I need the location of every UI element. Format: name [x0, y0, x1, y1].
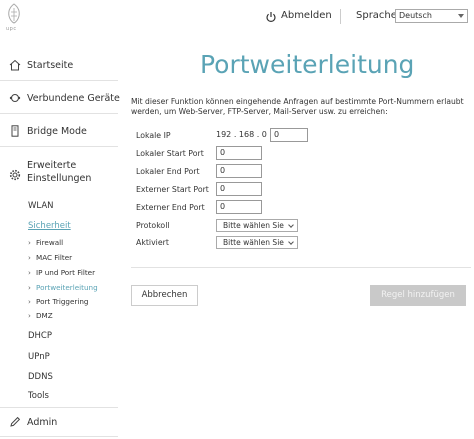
- sidebar-subsub-label: DMZ: [36, 311, 53, 320]
- sidebar-item-admin[interactable]: Admin: [0, 415, 124, 431]
- lokaler-start-port-label: Lokaler Start Port: [136, 149, 204, 158]
- sidebar-item-label: Bridge Mode: [27, 126, 87, 137]
- sidebar-item-label-line1: Erweiterte: [27, 160, 77, 171]
- sidebar-divider: [0, 80, 118, 81]
- sidebar-item-label: Admin: [27, 417, 58, 428]
- chevron-right-icon: ›: [28, 268, 31, 277]
- home-icon: [9, 59, 21, 71]
- language-select[interactable]: Deutsch: [395, 9, 468, 23]
- cancel-button[interactable]: Abbrechen: [131, 285, 198, 306]
- power-icon[interactable]: [265, 11, 277, 23]
- sidebar-subsub-mac-filter[interactable]: › MAC Filter: [28, 253, 72, 262]
- sidebar-sub-tools[interactable]: Tools: [28, 391, 49, 401]
- pencil-icon: [10, 416, 21, 427]
- sidebar-sub-dhcp[interactable]: DHCP: [28, 331, 52, 341]
- bridge-mode-icon: [11, 125, 19, 137]
- language-label: Sprache: [356, 10, 397, 21]
- logout-link[interactable]: Abmelden: [281, 10, 332, 21]
- externer-end-port-input[interactable]: 0: [216, 200, 262, 214]
- gear-icon: [9, 169, 21, 181]
- sidebar-subsub-label: MAC Filter: [36, 253, 73, 262]
- main-divider: [131, 267, 471, 268]
- devices-icon: [9, 94, 21, 102]
- logo-text: upc: [6, 26, 17, 32]
- page-description: Mit dieser Funktion können eingehende An…: [131, 97, 464, 116]
- top-header: upc Abmelden Sprache Deutsch: [0, 0, 474, 36]
- sidebar-subsub-ip-port-filter[interactable]: › IP und Port Filter: [28, 268, 95, 277]
- sidebar-subsub-label: Firewall: [36, 238, 64, 247]
- page-title: Portweiterleitung: [200, 50, 415, 79]
- sidebar-subsub-label: IP und Port Filter: [36, 268, 96, 277]
- sidebar-item-bridge-mode[interactable]: Bridge Mode: [0, 124, 124, 140]
- chevron-right-icon: ›: [28, 297, 31, 306]
- sidebar-subsub-portweiterleitung[interactable]: › Portweiterleitung: [28, 283, 98, 292]
- sidebar-sub-upnp[interactable]: UPnP: [28, 352, 50, 362]
- ip-last-octet-input[interactable]: 0: [270, 128, 308, 142]
- sidebar-divider: [0, 146, 118, 147]
- chevron-down-icon: [288, 222, 294, 228]
- sidebar-sub-sicherheit[interactable]: Sicherheit: [28, 221, 71, 231]
- lokaler-end-port-label: Lokaler End Port: [136, 167, 200, 176]
- sidebar-item-label: Startseite: [27, 60, 74, 71]
- chevron-right-icon: ›: [28, 311, 31, 320]
- lokaler-end-port-input[interactable]: 0: [216, 164, 262, 178]
- sidebar-item-verbundene-geraete[interactable]: Verbundene Geräte: [0, 91, 124, 107]
- sidebar-item-erweiterte-einstellungen[interactable]: Erweiterte Einstellungen: [0, 160, 124, 186]
- sidebar-subsub-port-triggering[interactable]: › Port Triggering: [28, 297, 88, 306]
- ip-prefix: 192 . 168 . 0 .: [216, 130, 272, 139]
- sidebar-item-label: Verbundene Geräte: [27, 93, 120, 104]
- sidebar-subsub-label: Port Triggering: [36, 297, 89, 306]
- sidebar-divider: [0, 113, 118, 114]
- chevron-right-icon: ›: [28, 253, 31, 262]
- sidebar-sub-wlan[interactable]: WLAN: [28, 201, 54, 211]
- lokaler-start-port-input[interactable]: 0: [216, 146, 262, 160]
- protokoll-select[interactable]: Bitte wählen Sie: [216, 219, 298, 232]
- sidebar-subsub-label: Portweiterleitung: [36, 283, 98, 292]
- sidebar-subsub-firewall[interactable]: › Firewall: [28, 238, 63, 247]
- lokale-ip-label: Lokale IP: [136, 131, 171, 140]
- aktiviert-select-value: Bitte wählen Sie: [223, 238, 284, 247]
- header-divider: [340, 9, 341, 24]
- aktiviert-label: Aktiviert: [136, 238, 169, 247]
- sidebar-sub-ddns[interactable]: DDNS: [28, 372, 53, 382]
- externer-end-port-label: Externer End Port: [136, 203, 205, 212]
- protokoll-label: Protokoll: [136, 221, 170, 230]
- aktiviert-select[interactable]: Bitte wählen Sie: [216, 236, 298, 249]
- chevron-right-icon: ›: [28, 283, 31, 292]
- chevron-down-icon: [288, 239, 294, 245]
- chevron-down-icon: [458, 14, 464, 18]
- externer-start-port-input[interactable]: 0: [216, 182, 262, 196]
- upc-logo-icon: [8, 3, 20, 24]
- protokoll-select-value: Bitte wählen Sie: [223, 221, 284, 230]
- sidebar-divider: [0, 407, 118, 408]
- sidebar-item-startseite[interactable]: Startseite: [0, 58, 124, 74]
- sidebar-divider: [0, 436, 118, 437]
- sidebar-item-label-line2: Einstellungen: [27, 173, 92, 184]
- sidebar-subsub-dmz[interactable]: › DMZ: [28, 311, 53, 320]
- chevron-right-icon: ›: [28, 238, 31, 247]
- add-rule-button[interactable]: Regel hinzufügen: [370, 285, 466, 306]
- externer-start-port-label: Externer Start Port: [136, 185, 209, 194]
- language-select-value: Deutsch: [399, 11, 432, 20]
